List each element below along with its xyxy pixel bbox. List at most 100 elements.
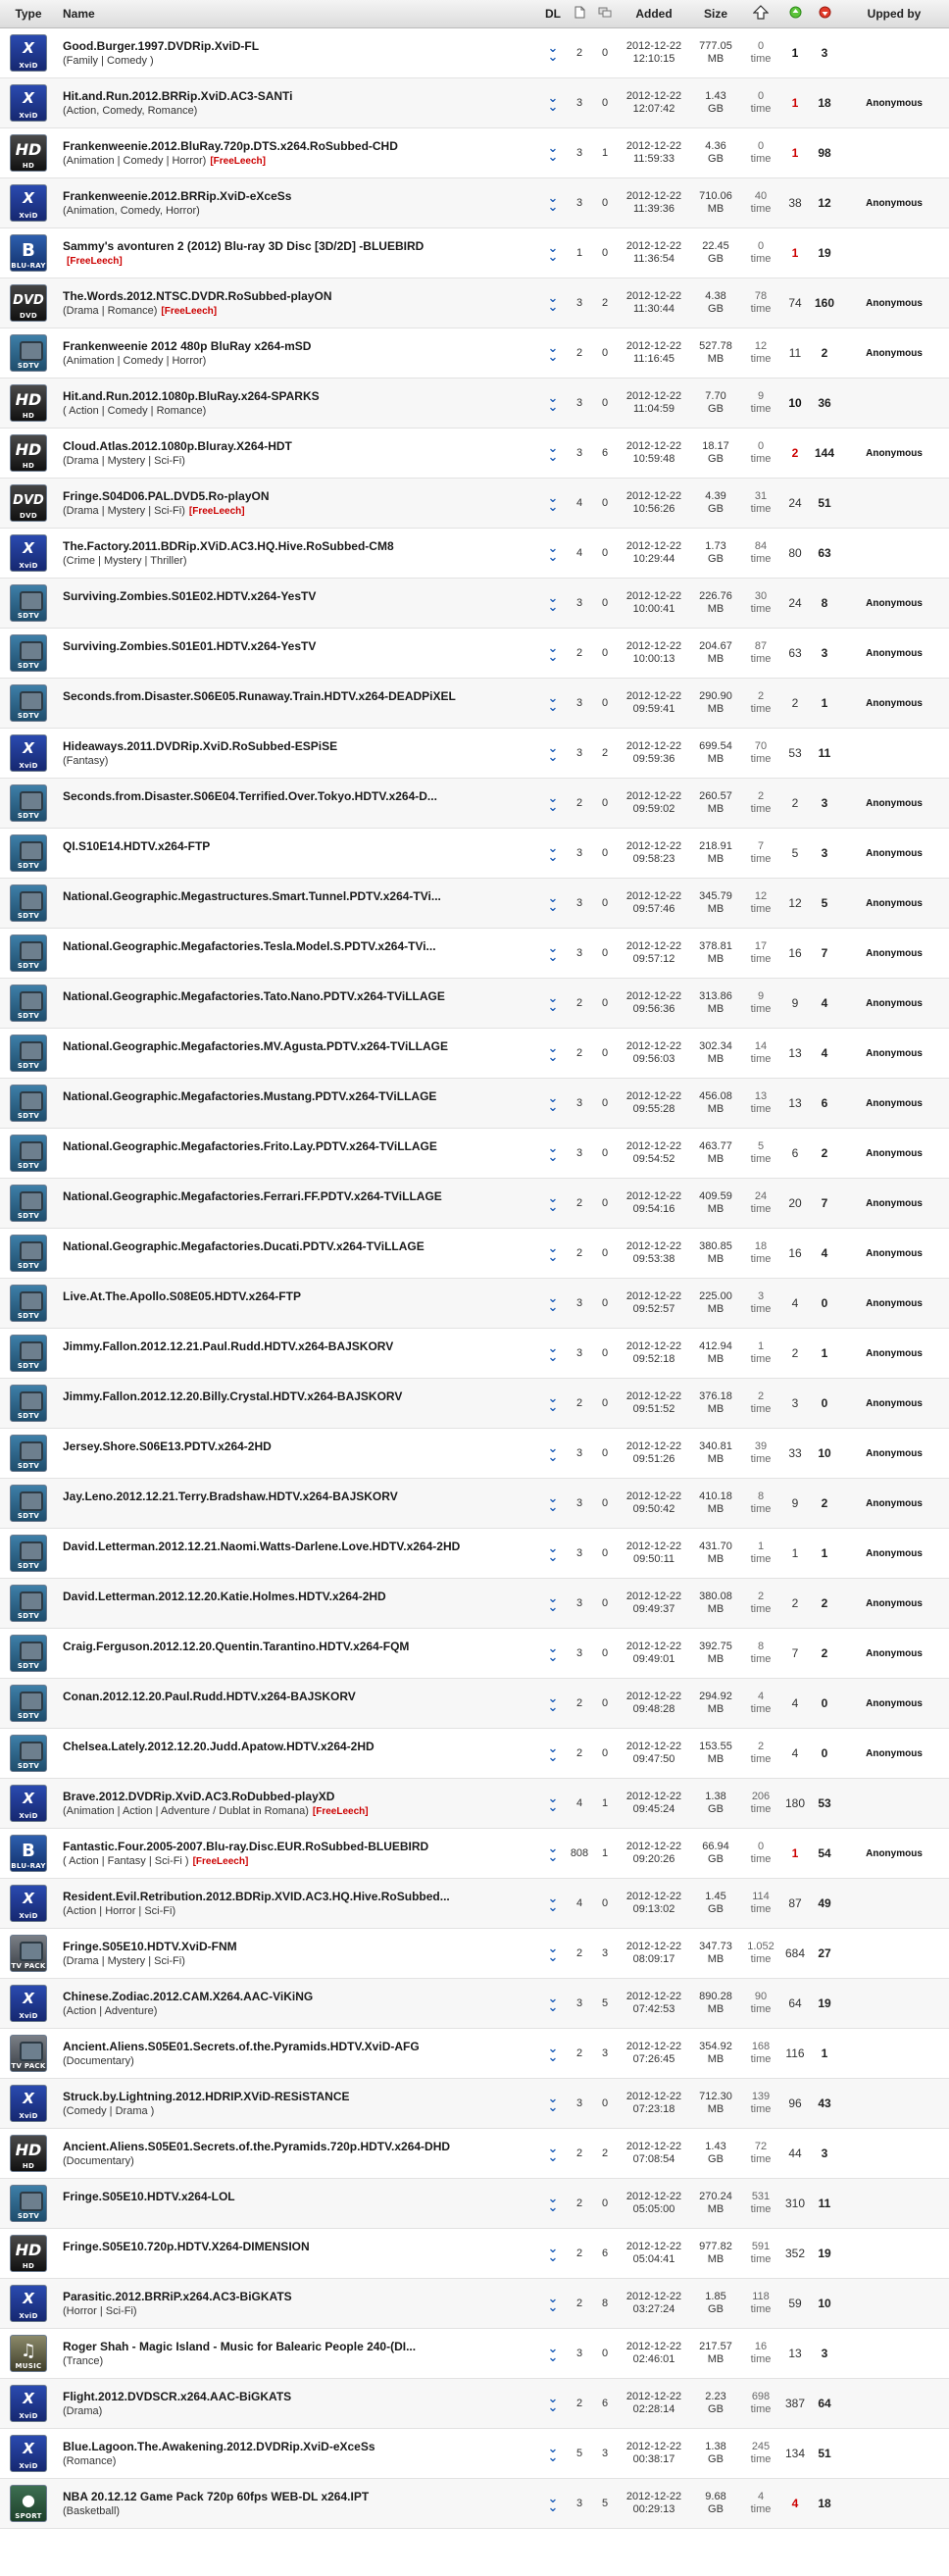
category-icon[interactable]: TV PACK [10, 2035, 47, 2072]
category-icon[interactable]: SDTV [10, 1335, 47, 1372]
leechers-count[interactable]: 1 [810, 1528, 839, 1579]
category-icon[interactable]: SDTV [10, 884, 47, 922]
leechers-count[interactable]: 0 [810, 1278, 839, 1329]
leechers-count[interactable]: 51 [810, 478, 839, 529]
leechers-count[interactable]: 63 [810, 528, 839, 579]
snatched-count[interactable]: 245 [752, 2441, 770, 2452]
snatched-count[interactable]: 72 [755, 2141, 767, 2152]
torrent-name-link[interactable]: Frankenweenie.2012.BluRay.720p.DTS.x264.… [63, 139, 539, 153]
snatched-count[interactable]: 0 [758, 1841, 764, 1852]
snatched-count[interactable]: 14 [755, 1040, 767, 1052]
download-icon[interactable]: ⌄ ⌄ [548, 1041, 559, 1063]
category-icon[interactable]: X XviD [10, 1885, 47, 1922]
snatched-count[interactable]: 2 [758, 790, 764, 802]
comments-count[interactable]: 0 [592, 1378, 618, 1429]
leechers-count[interactable]: 11 [810, 728, 839, 779]
torrent-name-link[interactable]: Craig.Ferguson.2012.12.20.Quentin.Tarant… [63, 1640, 539, 1653]
seeders-count[interactable]: 3 [780, 1378, 810, 1429]
files-count[interactable]: 2 [567, 2178, 592, 2229]
files-count[interactable]: 3 [567, 728, 592, 779]
seeders-count[interactable]: 20 [780, 1178, 810, 1229]
comments-count[interactable]: 0 [592, 227, 618, 278]
files-count[interactable]: 2 [567, 328, 592, 379]
seeders-count[interactable]: 2 [780, 428, 810, 479]
snatched-count[interactable]: 0 [758, 90, 764, 102]
seeders-count[interactable]: 1 [780, 227, 810, 278]
files-count[interactable]: 2 [567, 1728, 592, 1779]
seeders-count[interactable]: 12 [780, 878, 810, 929]
leechers-count[interactable]: 2 [810, 1578, 839, 1629]
download-icon[interactable]: ⌄ ⌄ [548, 2192, 559, 2213]
torrent-name-link[interactable]: Conan.2012.12.20.Paul.Rudd.HDTV.x264-BAJ… [63, 1690, 539, 1703]
leechers-count[interactable]: 4 [810, 1228, 839, 1279]
torrent-name-link[interactable]: Resident.Evil.Retribution.2012.BDRip.XVI… [63, 1890, 539, 1903]
snatched-count[interactable]: 70 [755, 740, 767, 752]
comments-count[interactable]: 0 [592, 478, 618, 529]
snatched-count[interactable]: 12 [755, 340, 767, 352]
leechers-count[interactable]: 3 [810, 27, 839, 78]
download-icon[interactable]: ⌄ ⌄ [548, 341, 559, 363]
leechers-count[interactable]: 27 [810, 1928, 839, 1979]
category-icon[interactable]: X XviD [10, 2435, 47, 2472]
files-count[interactable]: 2 [567, 2028, 592, 2079]
seeders-count[interactable]: 684 [780, 1928, 810, 1979]
comments-count[interactable]: 0 [592, 1478, 618, 1529]
torrent-name-link[interactable]: The.Words.2012.NTSC.DVDR.RoSubbed-playON [63, 289, 539, 303]
files-count[interactable]: 3 [567, 278, 592, 328]
leechers-count[interactable]: 7 [810, 928, 839, 979]
snatched-count[interactable]: 118 [752, 2291, 770, 2302]
comments-count[interactable]: 0 [592, 328, 618, 379]
files-count[interactable]: 2 [567, 1378, 592, 1429]
leechers-count[interactable]: 19 [810, 227, 839, 278]
snatched-count[interactable]: 90 [755, 1991, 767, 2002]
seeders-count[interactable]: 64 [780, 1978, 810, 2029]
leechers-count[interactable]: 144 [810, 428, 839, 479]
files-count[interactable]: 4 [567, 478, 592, 529]
snatched-count[interactable]: 24 [755, 1190, 767, 1202]
category-icon[interactable]: HD HD [10, 434, 47, 472]
download-icon[interactable]: ⌄ ⌄ [548, 2492, 559, 2513]
snatched-count[interactable]: 8 [758, 1641, 764, 1652]
torrent-name-link[interactable]: Surviving.Zombies.S01E01.HDTV.x264-YesTV [63, 639, 539, 653]
torrent-name-link[interactable]: Surviving.Zombies.S01E02.HDTV.x264-YesTV [63, 589, 539, 603]
category-icon[interactable]: ● SPORT [10, 2485, 47, 2522]
leechers-count[interactable]: 98 [810, 127, 839, 178]
files-count[interactable]: 4 [567, 528, 592, 579]
category-icon[interactable]: SDTV [10, 1435, 47, 1472]
snatched-count[interactable]: 0 [758, 240, 764, 252]
files-count[interactable]: 808 [567, 1828, 592, 1879]
category-icon[interactable]: SDTV [10, 334, 47, 372]
snatched-count[interactable]: 30 [755, 590, 767, 602]
category-icon[interactable]: X XviD [10, 534, 47, 572]
comments-count[interactable]: 0 [592, 1328, 618, 1379]
snatched-count[interactable]: 17 [755, 940, 767, 952]
download-icon[interactable]: ⌄ ⌄ [548, 1141, 559, 1163]
col-files[interactable] [567, 0, 592, 28]
download-icon[interactable]: ⌄ ⌄ [548, 291, 559, 313]
files-count[interactable]: 2 [567, 1028, 592, 1079]
category-icon[interactable]: SDTV [10, 684, 47, 722]
comments-count[interactable]: 0 [592, 77, 618, 128]
torrent-name-link[interactable]: National.Geographic.Megafactories.MV.Agu… [63, 1039, 539, 1053]
files-count[interactable]: 2 [567, 2228, 592, 2279]
seeders-count[interactable]: 134 [780, 2428, 810, 2479]
leechers-count[interactable]: 10 [810, 1428, 839, 1479]
seeders-count[interactable]: 4 [780, 1678, 810, 1729]
category-icon[interactable]: X XviD [10, 1785, 47, 1822]
snatched-count[interactable]: 8 [758, 1490, 764, 1502]
download-icon[interactable]: ⌄ ⌄ [548, 491, 559, 513]
torrent-name-link[interactable]: Brave.2012.DVDRip.XviD.AC3.RoDubbed-play… [63, 1790, 539, 1803]
files-count[interactable]: 3 [567, 177, 592, 228]
leechers-count[interactable]: 43 [810, 2078, 839, 2129]
comments-count[interactable]: 6 [592, 2228, 618, 2279]
comments-count[interactable]: 0 [592, 1128, 618, 1179]
torrent-name-link[interactable]: Chinese.Zodiac.2012.CAM.X264.AAC-ViKiNG [63, 1990, 539, 2003]
files-count[interactable]: 1 [567, 227, 592, 278]
files-count[interactable]: 3 [567, 127, 592, 178]
seeders-count[interactable]: 6 [780, 1128, 810, 1179]
category-icon[interactable]: X XviD [10, 184, 47, 222]
torrent-name-link[interactable]: NBA 20.12.12 Game Pack 720p 60fps WEB-DL… [63, 2490, 539, 2503]
leechers-count[interactable]: 36 [810, 378, 839, 429]
download-icon[interactable]: ⌄ ⌄ [548, 791, 559, 813]
files-count[interactable]: 2 [567, 978, 592, 1029]
